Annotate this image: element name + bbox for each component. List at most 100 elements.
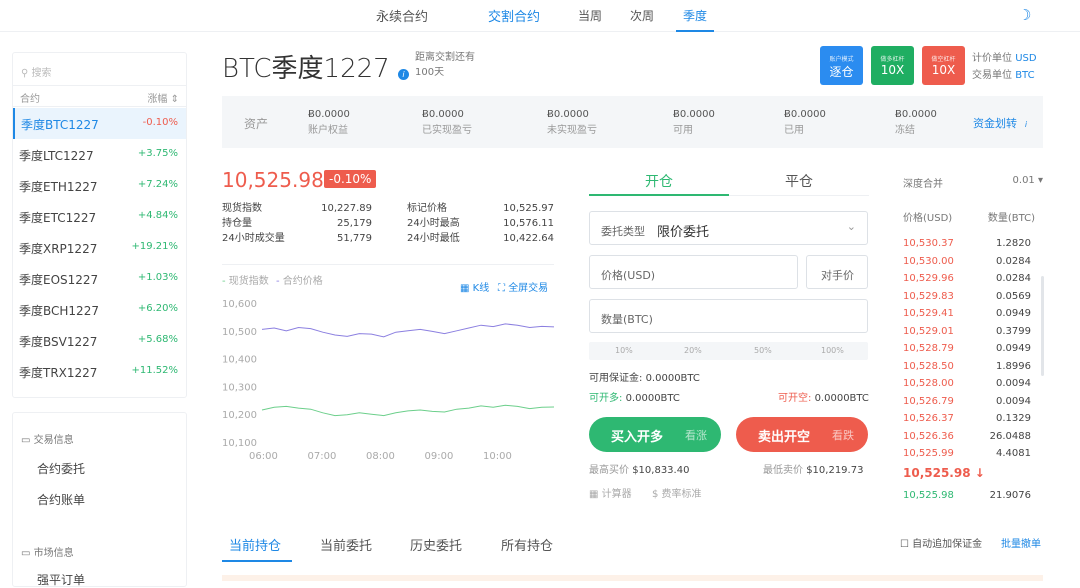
nav-perpetual[interactable]: 永续合约 <box>376 6 428 25</box>
tab-current-positions[interactable]: 当前持仓 <box>229 535 281 554</box>
scrollbar[interactable] <box>1041 276 1044 376</box>
contract-row[interactable]: 季度XRP1227 +19.21% <box>13 232 186 263</box>
contract-row[interactable]: 季度ETH1227 +7.24% <box>13 170 186 201</box>
bottom-tabs: 当前持仓 当前委托 历史委托 所有持仓 ☐ 自动追加保证金 批量撤单 <box>222 523 1043 563</box>
buy-open-long-button[interactable]: 买入开多 看涨 <box>589 417 721 452</box>
sort-icon: ⇕ <box>167 94 179 105</box>
counter-price-button[interactable]: 对手价 <box>806 255 868 289</box>
last-price: 10,525.98 <box>222 168 324 192</box>
moon-icon[interactable]: ☽ <box>1018 6 1031 24</box>
contract-change: +19.21% <box>131 241 178 252</box>
long-leverage-button[interactable]: 做多杠杆 10X <box>871 46 914 85</box>
tab-open[interactable]: 开仓 <box>645 171 673 191</box>
y-tick-label: 10,600 <box>222 299 257 310</box>
depth-select[interactable]: 0.01 ▾ <box>1013 175 1043 186</box>
price-chart: - 现货指数 - 合约价格 ▦ K线 ⛶ 全屏交易 10,600 10,500 10… <box>222 264 554 464</box>
list-header: 合约 涨幅 ⇕ <box>13 89 186 107</box>
assets-label: 资产 <box>244 117 269 131</box>
link-liquidation[interactable]: 强平订单 <box>37 571 85 588</box>
tab-close[interactable]: 平仓 <box>785 171 813 191</box>
price-input[interactable]: 价格(USD) <box>589 255 798 289</box>
nav-quarter[interactable]: 季度 <box>683 7 707 24</box>
info-icon[interactable]: i <box>397 69 409 80</box>
pct-20[interactable]: 20% <box>684 346 702 355</box>
contract-row[interactable]: 季度TRX1227 +11.52% <box>13 356 186 387</box>
pct-10[interactable]: 10% <box>615 346 633 355</box>
ask-price: 10,529.01 <box>903 325 954 337</box>
contract-row[interactable]: 季度ETC1227 +4.84% <box>13 201 186 232</box>
contract-row[interactable]: 季度LTC1227 +3.75% <box>13 139 186 170</box>
ask-price: 10,530.00 <box>903 255 954 267</box>
nav-delivery[interactable]: 交割合约 <box>488 6 540 25</box>
x-tick-label: 09:00 <box>425 451 454 462</box>
ask-price: 10,528.50 <box>903 360 954 372</box>
change-badge: -0.10% <box>324 170 377 188</box>
asset-cell: Ƀ0.0000 账户权益 <box>308 109 350 136</box>
stat-label: 持仓量 <box>222 218 252 229</box>
contract-list: ⚲ 搜索 合约 涨幅 ⇕ 季度BTC1227 -0.10% 季度LTC1227 +3.… <box>12 52 187 398</box>
tab-history-orders[interactable]: 历史委托 <box>410 535 462 554</box>
contract-change: +6.20% <box>137 303 178 314</box>
tab-current-orders[interactable]: 当前委托 <box>320 535 372 554</box>
batch-cancel-link[interactable]: 批量撤单 <box>1001 535 1041 550</box>
contract-row[interactable]: 季度BCH1227 +6.20% <box>13 294 186 325</box>
order-type-label: 委托类型 <box>601 225 645 238</box>
pricing-unit[interactable]: USD <box>1015 53 1036 64</box>
contract-name: 季度BSV1227 <box>19 335 98 349</box>
search-icon: ⚲ <box>21 68 29 79</box>
ask-price: 10,526.79 <box>903 395 954 407</box>
link-orders[interactable]: 合约委托 <box>37 460 85 477</box>
quantity-slider[interactable]: 10% 20% 50% 100% <box>589 342 868 360</box>
info-icon: i <box>1024 120 1028 129</box>
contract-change: +4.84% <box>137 210 178 221</box>
pct-50[interactable]: 50% <box>754 346 772 355</box>
fee-icon: $ <box>652 489 662 500</box>
delivery-countdown: 距离交割还有 100天 <box>415 52 475 78</box>
ask-qty: 1.2820 <box>996 238 1031 249</box>
col-change[interactable]: 涨幅 ⇕ <box>147 90 179 105</box>
contract-name: 季度ETC1227 <box>19 211 97 225</box>
section-market-info: ▭ 市场信息 <box>21 548 74 559</box>
ask-price: 10,525.99 <box>903 448 954 459</box>
contract-name: 季度XRP1227 <box>19 242 98 256</box>
stat-value: 10,576.11 <box>503 218 554 229</box>
contract-change: +3.75% <box>137 148 178 159</box>
ask-qty: 1.8996 <box>996 360 1031 372</box>
nav-this-week[interactable]: 当周 <box>578 7 602 24</box>
sell-open-short-button[interactable]: 卖出开空 看跌 <box>736 417 868 452</box>
ask-qty: 0.0284 <box>996 255 1031 267</box>
col-price: 价格(USD) <box>903 213 953 224</box>
trade-unit[interactable]: BTC <box>1015 70 1034 81</box>
calculator-link[interactable]: ▦ 计算器 <box>589 485 632 500</box>
stat-value: 10,525.97 <box>503 203 554 214</box>
ask-price: 10,528.79 <box>903 343 954 354</box>
contract-row[interactable]: 季度EOS1227 +1.03% <box>13 263 186 294</box>
contract-row[interactable]: 季度BTC1227 -0.10% <box>13 108 186 139</box>
ask-price: 10,529.96 <box>903 273 954 284</box>
y-tick-label: 10,400 <box>222 355 257 366</box>
short-leverage-button[interactable]: 做空杠杆 10X <box>922 46 965 85</box>
stat-label: 现货指数 <box>222 203 262 214</box>
ask-qty: 0.0094 <box>996 395 1031 407</box>
tab-underline <box>589 194 729 196</box>
contract-row[interactable]: 季度BSV1227 +5.68% <box>13 325 186 356</box>
y-tick-label: 10,200 <box>222 410 257 421</box>
x-tick-label: 10:00 <box>483 451 512 462</box>
ask-qty: 0.0949 <box>996 308 1031 319</box>
pct-100[interactable]: 100% <box>821 346 844 355</box>
transfer-link[interactable]: 资金划转 i <box>973 115 1032 131</box>
nav-next-week[interactable]: 次周 <box>630 7 654 24</box>
stat-label: 24小时最高 <box>407 218 460 229</box>
search-box[interactable]: ⚲ 搜索 <box>13 53 186 86</box>
link-bill[interactable]: 合约账单 <box>37 491 85 508</box>
account-mode-button[interactable]: 账户模式 逐仓 <box>820 46 863 85</box>
x-tick-label: 08:00 <box>366 451 395 462</box>
fees-link[interactable]: $ 费率标准 <box>652 485 702 500</box>
quantity-input[interactable]: 数量(BTC) <box>589 299 868 333</box>
auto-margin-checkbox[interactable]: ☐ 自动追加保证金 <box>900 535 982 550</box>
contract-change: -0.10% <box>142 117 178 128</box>
order-type-select[interactable]: 委托类型 限价委托 ⌄ <box>589 211 868 245</box>
tab-all-positions[interactable]: 所有持仓 <box>501 535 553 554</box>
ask-qty: 0.0949 <box>996 343 1031 354</box>
search-input[interactable]: 搜索 <box>32 68 52 79</box>
